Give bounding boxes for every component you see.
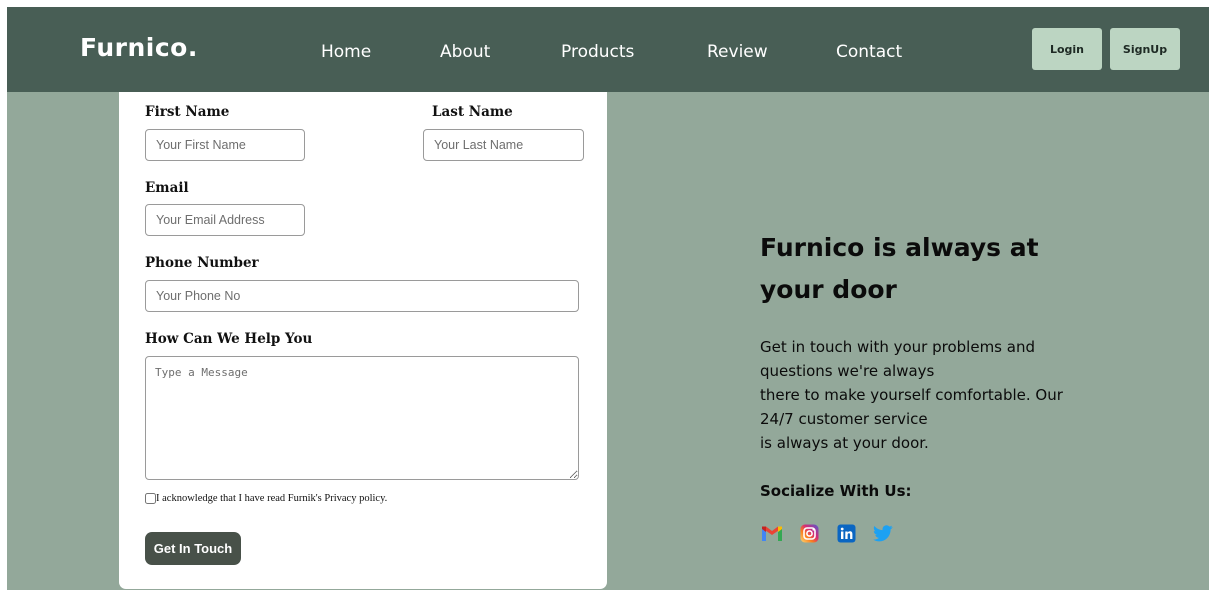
email-input[interactable] [145,204,305,236]
info-line: is always at your door. [760,434,929,452]
page-frame: Furnico. Home About Products Review Cont… [7,7,1209,590]
info-headline: Furnico is always at your door [760,233,1039,304]
linkedin-icon[interactable] [834,523,858,543]
info-paragraph: Get in touch with your problems and ques… [760,335,1120,455]
nav-link-review[interactable]: Review [707,42,768,62]
gmail-icon[interactable] [760,523,784,543]
signup-button[interactable]: SignUp [1110,28,1180,70]
info-line: there to make yourself comfortable. Our [760,386,1063,404]
brand-logo[interactable]: Furnico. [80,33,198,62]
instagram-icon[interactable] [797,523,821,543]
nav-link-about[interactable]: About [440,42,490,62]
phone-label: Phone Number [145,255,259,271]
email-label: Email [145,180,189,196]
phone-input[interactable] [145,280,579,312]
login-button[interactable]: Login [1032,28,1102,70]
navbar: Furnico. Home About Products Review Cont… [7,7,1209,92]
nav-link-products[interactable]: Products [561,42,634,62]
info-line: questions we're always [760,362,935,380]
social-icons [760,523,908,543]
privacy-text: I acknowledge that I have read Furnik's … [156,493,388,504]
privacy-row: I acknowledge that I have read Furnik's … [145,493,387,504]
last-name-label: Last Name [432,104,513,120]
twitter-icon[interactable] [871,523,895,543]
privacy-checkbox[interactable] [145,493,156,504]
info-line: Get in touch with your problems and [760,338,1035,356]
last-name-input[interactable] [423,129,584,161]
contact-form-card: First Name Last Name Email Phone Number … [119,92,607,589]
message-label: How Can We Help You [145,331,313,347]
nav-link-home[interactable]: Home [321,42,371,62]
message-textarea[interactable] [145,356,579,480]
nav-link-contact[interactable]: Contact [836,42,902,62]
get-in-touch-button[interactable]: Get In Touch [145,532,241,565]
first-name-label: First Name [145,104,230,120]
first-name-input[interactable] [145,129,305,161]
social-title: Socialize With Us: [760,482,912,500]
info-line: 24/7 customer service [760,410,928,428]
